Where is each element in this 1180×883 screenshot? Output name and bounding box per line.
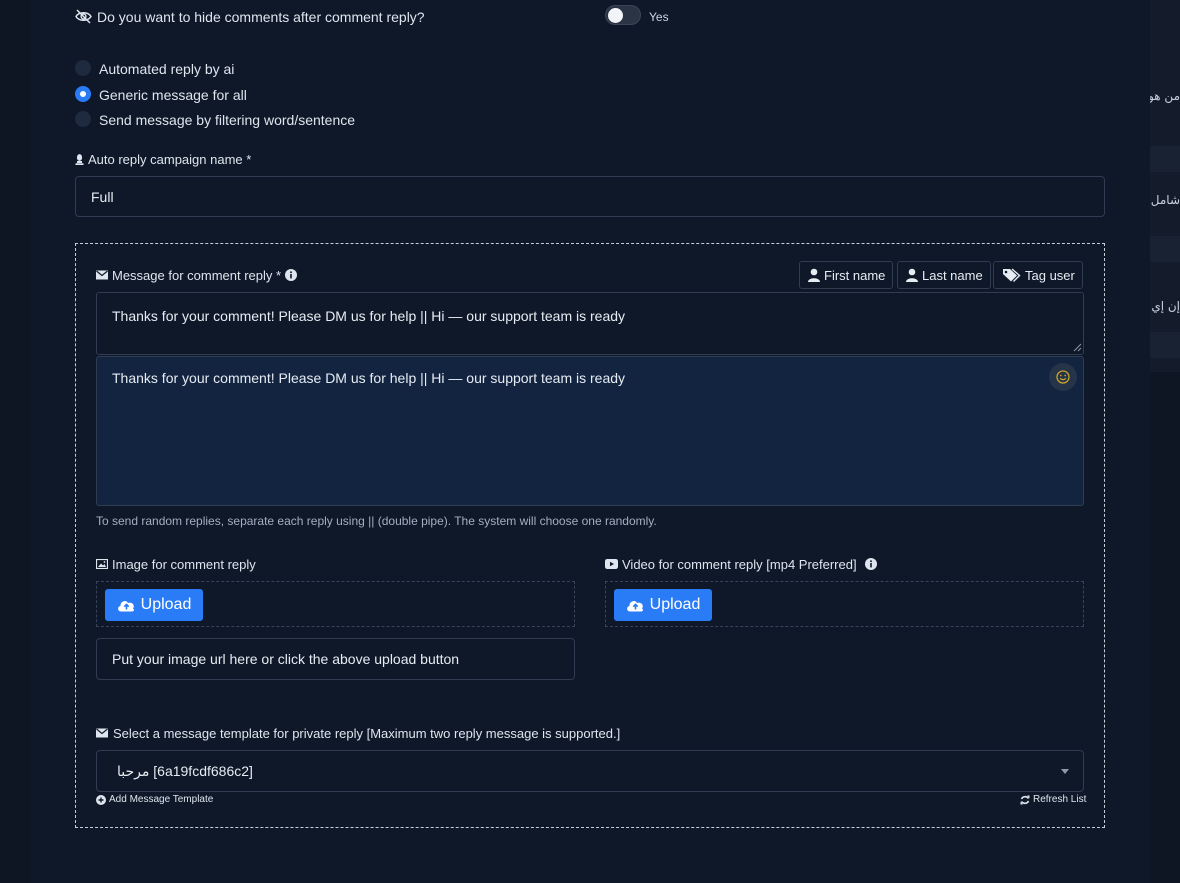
cloud-upload-icon xyxy=(626,598,645,612)
selected-template: مرحبا [6a19fcdf686c2] xyxy=(117,762,253,779)
first-name-label: First name xyxy=(824,267,886,283)
radio-label-generic-message: Generic message for all xyxy=(99,87,247,103)
background-page: من هو شامل إن إي xyxy=(1150,0,1180,372)
message-template-select[interactable]: مرحبا [6a19fcdf686c2] xyxy=(96,750,1084,792)
bg-stripe xyxy=(1150,146,1180,172)
radio-generic-message[interactable] xyxy=(75,86,91,102)
first-name-button[interactable]: First name xyxy=(799,261,894,289)
tag-user-label: Tag user xyxy=(1025,267,1075,283)
auto-reply-form: Do you want to hide comments after comme… xyxy=(30,0,1150,883)
user-icon xyxy=(808,268,820,282)
campaign-name-label: Auto reply campaign name * xyxy=(88,152,252,167)
add-message-template-link[interactable]: Add Message Template xyxy=(96,794,213,805)
bg-stripe xyxy=(1150,332,1180,358)
toggle-knob xyxy=(608,8,623,23)
message-editor[interactable]: Thanks for your comment! Please DM us fo… xyxy=(96,356,1084,506)
video-upload-label: Upload xyxy=(649,596,701,613)
tag-user-button[interactable]: Tag user xyxy=(993,261,1083,289)
eye-slash-icon xyxy=(75,9,92,24)
image-upload-button[interactable]: Upload xyxy=(105,589,203,621)
private-reply-label: Select a message template for private re… xyxy=(113,726,621,741)
refresh-label: Refresh List xyxy=(1033,794,1087,805)
video-upload-button[interactable]: Upload xyxy=(614,589,712,621)
chevron-down-icon xyxy=(1061,769,1069,774)
tags-icon xyxy=(1002,268,1021,282)
random-reply-helper: To send random replies, separate each re… xyxy=(96,514,657,528)
radio-label-filter-word: Send message by filtering word/sentence xyxy=(99,112,356,128)
radio-automated-ai[interactable] xyxy=(75,60,91,76)
radio-label-automated-ai: Automated reply by ai xyxy=(99,61,235,77)
video-label: Video for comment reply [mp4 Preferred] xyxy=(622,557,857,572)
add-template-label: Add Message Template xyxy=(109,794,214,805)
bg-stripe xyxy=(1150,236,1180,262)
image-icon xyxy=(96,559,108,569)
image-upload-label: Upload xyxy=(140,596,192,613)
refresh-list-link[interactable]: Refresh List xyxy=(1020,794,1086,805)
last-name-label: Last name xyxy=(922,267,983,283)
bg-text: شامل xyxy=(1150,193,1180,207)
message-label: Message for comment reply * xyxy=(112,268,282,283)
youtube-icon xyxy=(605,559,618,569)
envelope-icon xyxy=(96,270,108,280)
toggle-label: Yes xyxy=(649,10,669,24)
hide-comments-toggle[interactable] xyxy=(605,5,641,25)
image-url-input[interactable]: Put your image url here or click the abo… xyxy=(96,638,575,680)
refresh-icon xyxy=(1020,795,1030,805)
smile-icon xyxy=(1056,370,1070,384)
last-name-button[interactable]: Last name xyxy=(897,261,991,289)
envelope-icon xyxy=(96,728,108,738)
image-label: Image for comment reply xyxy=(112,557,256,572)
chess-bishop-icon xyxy=(75,153,84,165)
user-icon xyxy=(906,268,918,282)
radio-filter-word[interactable] xyxy=(75,111,91,127)
campaign-name-input[interactable]: Full xyxy=(75,176,1105,217)
info-icon[interactable] xyxy=(285,269,297,281)
bg-text: من هو xyxy=(1150,89,1180,103)
hide-comments-question: Do you want to hide comments after comme… xyxy=(97,9,425,25)
cloud-upload-icon xyxy=(117,598,136,612)
bg-text: إن إي xyxy=(1151,299,1180,313)
resize-handle-icon[interactable] xyxy=(1073,343,1082,352)
plus-circle-icon xyxy=(96,794,106,805)
emoji-button[interactable] xyxy=(1049,363,1077,391)
message-textarea-raw[interactable]: Thanks for your comment! Please DM us fo… xyxy=(96,292,1084,355)
info-icon[interactable] xyxy=(865,558,877,570)
